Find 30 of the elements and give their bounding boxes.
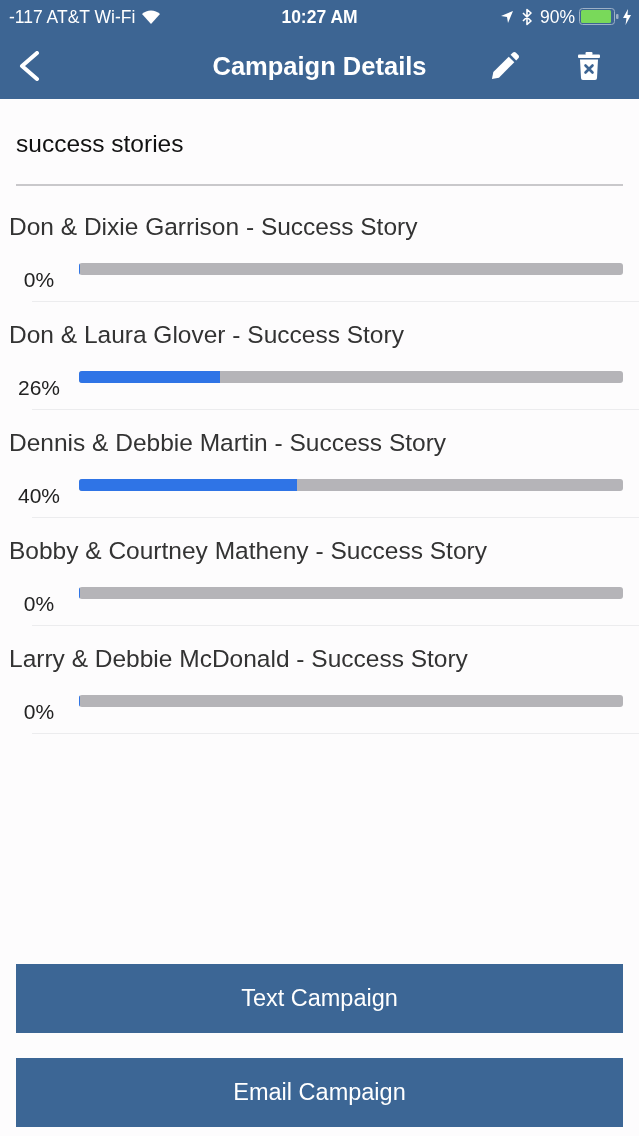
message-row[interactable]: Dennis & Debbie Martin - Success Story 40% — [0, 410, 639, 518]
message-title: Dennis & Debbie Martin - Success Story — [9, 428, 448, 458]
message-title: Larry & Debbie McDonald - Success Story — [9, 644, 469, 674]
screen-title: Campaign Details — [212, 51, 427, 81]
message-row[interactable]: Bobby & Courtney Matheny - Success Story 0% — [0, 518, 639, 626]
bluetooth-icon — [521, 7, 532, 26]
back-chevron-icon — [18, 51, 40, 81]
message-title: Don & Laura Glover - Success Story — [9, 320, 405, 350]
wifi-icon — [141, 9, 162, 24]
campaign-button[interactable]: Text Campaign — [16, 964, 623, 1033]
carrier-text: -117 AT&T Wi-Fi — [9, 6, 136, 27]
progress-percent: 0% — [22, 701, 56, 723]
time-text: 10:27 AM — [281, 6, 358, 27]
trash-icon — [578, 52, 600, 80]
message-title: Bobby & Courtney Matheny - Success Story — [9, 536, 488, 566]
message-title: Don & Dixie Garrison - Success Story — [9, 212, 419, 242]
campaign-button[interactable]: Email Campaign — [16, 1058, 623, 1127]
pencil-icon — [491, 52, 519, 80]
message-row[interactable]: Don & Dixie Garrison - Success Story 0% — [0, 194, 639, 302]
charging-bolt-icon — [623, 8, 631, 25]
battery-icon — [579, 8, 619, 25]
battery-percent-text: 90% — [539, 6, 575, 27]
location-arrow-icon — [500, 10, 513, 23]
progress-percent: 26% — [17, 377, 61, 399]
message-row[interactable]: Larry & Debbie McDonald - Success Story 0% — [0, 626, 639, 734]
progress-percent: 40% — [17, 485, 61, 507]
progress-percent: 0% — [22, 269, 56, 291]
message-row[interactable]: Don & Laura Glover - Success Story 26% — [0, 302, 639, 410]
progress-percent: 0% — [22, 593, 56, 615]
campaign-name-field[interactable]: success stories — [16, 115, 623, 186]
